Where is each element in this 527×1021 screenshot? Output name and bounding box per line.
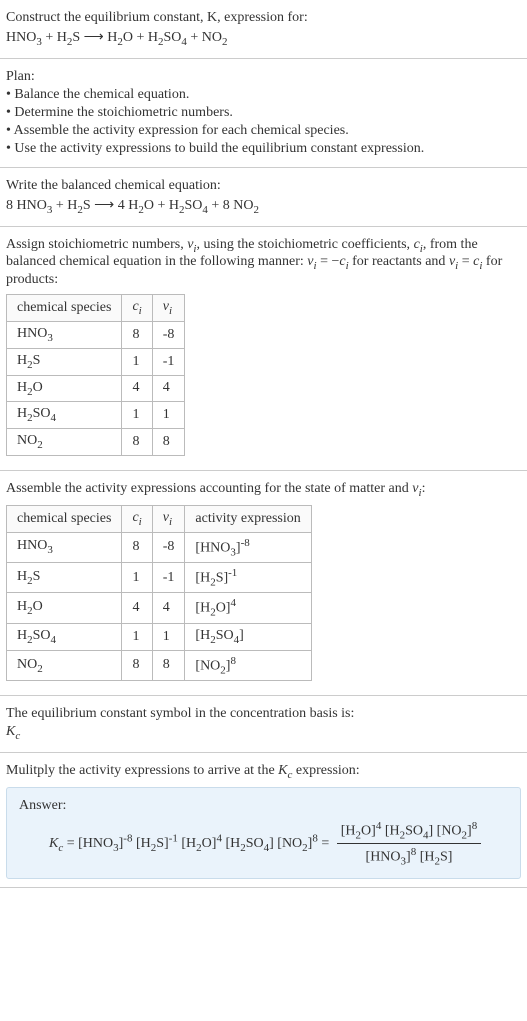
table-row: H2S1-1[H2S]-1 [7, 563, 312, 593]
col-ci: ci [122, 505, 152, 532]
cell-species: HNO3 [7, 532, 122, 562]
cell-ci: 8 [122, 429, 152, 456]
cell-vi: 4 [152, 375, 185, 402]
cell-species: NO2 [7, 429, 122, 456]
table-row: NO288[NO2]8 [7, 650, 312, 680]
cell-vi: 4 [152, 593, 185, 623]
cell-activity: [HNO3]-8 [185, 532, 311, 562]
cell-ci: 4 [122, 593, 152, 623]
symbol-section: The equilibrium constant symbol in the c… [0, 696, 527, 753]
table-row: H2O44[H2O]4 [7, 593, 312, 623]
cell-species: H2O [7, 375, 122, 402]
answer-label: Answer: [19, 798, 508, 814]
cell-vi: -8 [152, 321, 185, 348]
answer-box: Answer: Kc = [HNO3]-8 [H2S]-1 [H2O]4 [H2… [6, 787, 521, 879]
cell-activity: [H2O]4 [185, 593, 311, 623]
stoich-section: Assign stoichiometric numbers, νi, using… [0, 227, 527, 471]
cell-ci: 8 [122, 532, 152, 562]
cell-species: H2O [7, 593, 122, 623]
prompt-line1: Construct the equilibrium constant, K, e… [6, 10, 521, 26]
kc-fraction: [H2O]4 [H2SO4] [NO2]8[HNO3]8 [H2S] [337, 820, 481, 868]
prompt-equation: HNO3 + H2S ⟶ H2O + H2SO4 + NO2 [6, 28, 521, 48]
col-species: chemical species [7, 295, 122, 322]
symbol-kc: Kc [6, 724, 521, 742]
table-row: NO288 [7, 429, 185, 456]
kc-expression: Kc = [HNO3]-8 [H2S]-1 [H2O]4 [H2SO4] [NO… [19, 820, 508, 868]
table-header-row: chemical species ci νi [7, 295, 185, 322]
cell-activity: [H2SO4] [185, 623, 311, 650]
cell-ci: 4 [122, 375, 152, 402]
balanced-title: Write the balanced chemical equation: [6, 178, 521, 194]
cell-vi: -1 [152, 348, 185, 375]
table-row: H2O44 [7, 375, 185, 402]
col-ci: ci [122, 295, 152, 322]
cell-vi: -1 [152, 563, 185, 593]
table-row: H2SO411[H2SO4] [7, 623, 312, 650]
plan-section: Plan: • Balance the chemical equation. •… [0, 59, 527, 168]
cell-species: NO2 [7, 650, 122, 680]
cell-ci: 1 [122, 402, 152, 429]
table-header-row: chemical species ci νi activity expressi… [7, 505, 312, 532]
plan-item: • Assemble the activity expression for e… [6, 123, 521, 139]
cell-ci: 1 [122, 623, 152, 650]
cell-species: HNO3 [7, 321, 122, 348]
kc-numerator: [H2O]4 [H2SO4] [NO2]8 [337, 820, 481, 844]
final-section: Mulitply the activity expressions to arr… [0, 753, 527, 888]
cell-activity: [NO2]8 [185, 650, 311, 680]
table-row: H2S1-1 [7, 348, 185, 375]
kc-lhs: Kc = [HNO3]-8 [H2S]-1 [H2O]4 [H2SO4] [NO… [49, 836, 333, 851]
cell-species: H2S [7, 348, 122, 375]
col-activity: activity expression [185, 505, 311, 532]
activity-table: chemical species ci νi activity expressi… [6, 505, 312, 681]
col-vi: νi [152, 295, 185, 322]
table-row: HNO38-8[HNO3]-8 [7, 532, 312, 562]
cell-species: H2S [7, 563, 122, 593]
stoich-table: chemical species ci νi HNO38-8 H2S1-1 H2… [6, 294, 185, 456]
activity-section: Assemble the activity expressions accoun… [0, 471, 527, 696]
prompt-section: Construct the equilibrium constant, K, e… [0, 0, 527, 59]
cell-vi: 8 [152, 429, 185, 456]
plan-item: • Balance the chemical equation. [6, 87, 521, 103]
table-row: HNO38-8 [7, 321, 185, 348]
cell-vi: -8 [152, 532, 185, 562]
table-row: H2SO411 [7, 402, 185, 429]
cell-vi: 8 [152, 650, 185, 680]
balanced-equation: 8 HNO3 + H2S ⟶ 4 H2O + H2SO4 + 8 NO2 [6, 196, 521, 216]
col-vi: νi [152, 505, 185, 532]
cell-ci: 8 [122, 321, 152, 348]
symbol-intro: The equilibrium constant symbol in the c… [6, 706, 521, 722]
plan-item: • Determine the stoichiometric numbers. [6, 105, 521, 121]
cell-vi: 1 [152, 402, 185, 429]
cell-ci: 1 [122, 348, 152, 375]
cell-vi: 1 [152, 623, 185, 650]
cell-ci: 8 [122, 650, 152, 680]
cell-ci: 1 [122, 563, 152, 593]
col-species: chemical species [7, 505, 122, 532]
cell-species: H2SO4 [7, 402, 122, 429]
stoich-intro: Assign stoichiometric numbers, νi, using… [6, 237, 521, 289]
final-intro: Mulitply the activity expressions to arr… [6, 763, 521, 781]
plan-item: • Use the activity expressions to build … [6, 141, 521, 157]
kc-denominator: [HNO3]8 [H2S] [337, 844, 481, 867]
cell-species: H2SO4 [7, 623, 122, 650]
plan-title: Plan: [6, 69, 521, 85]
activity-intro: Assemble the activity expressions accoun… [6, 481, 521, 499]
cell-activity: [H2S]-1 [185, 563, 311, 593]
balanced-section: Write the balanced chemical equation: 8 … [0, 168, 527, 227]
